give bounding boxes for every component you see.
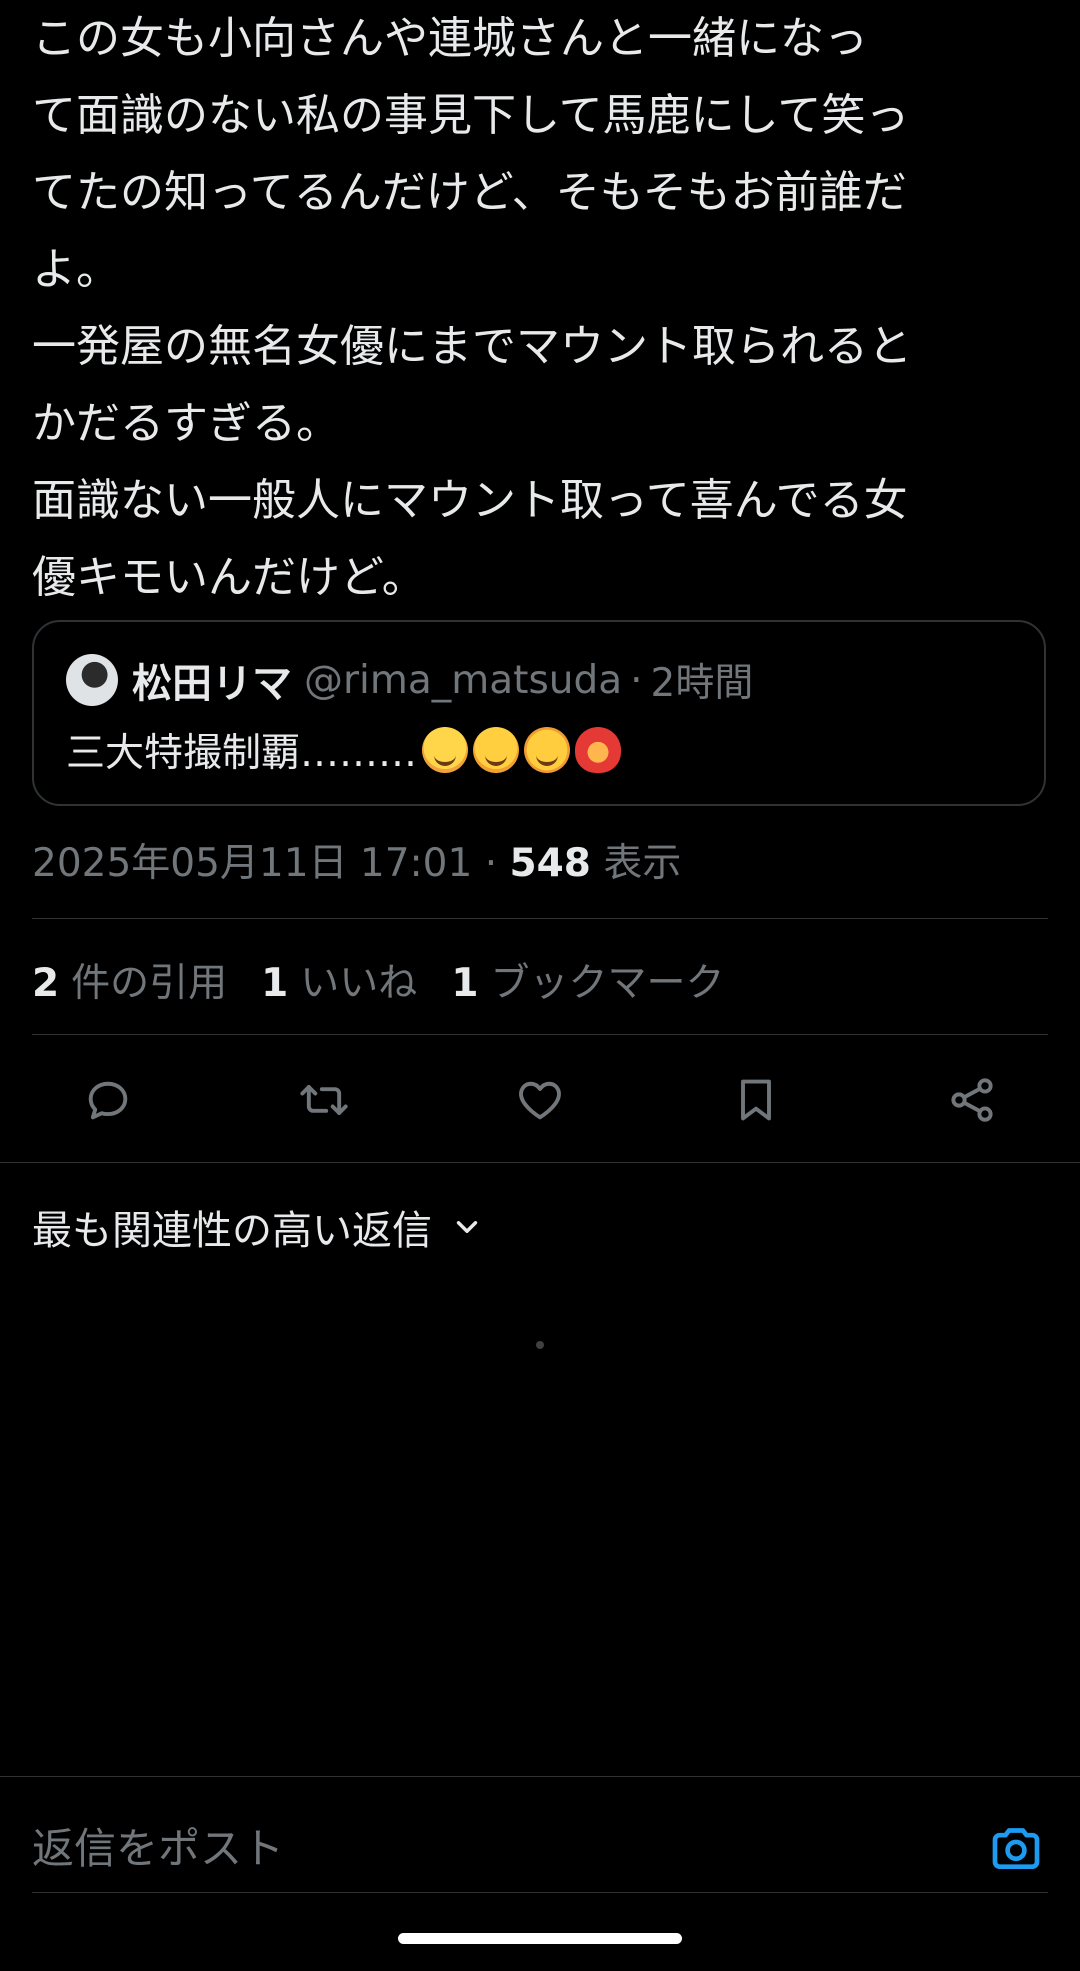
tweet-meta: 2025年05月11日 17:01 · 548 表示 xyxy=(32,832,681,888)
like-button[interactable] xyxy=(512,1072,568,1128)
likes-stat[interactable]: 1 いいね xyxy=(261,952,417,1008)
quoted-author-name[interactable]: 松田リマ xyxy=(132,651,292,709)
divider xyxy=(32,1892,1048,1893)
divider xyxy=(32,918,1048,919)
reply-compose-bar xyxy=(0,1776,1080,1896)
tweet-text-line: 一発屋の無名女優にまでマウント取られると xyxy=(32,321,912,372)
action-bar xyxy=(0,1062,1080,1138)
share-icon xyxy=(951,1078,993,1122)
views-count: 548 xyxy=(509,841,591,886)
bookmarks-label: ブックマーク xyxy=(490,961,725,1006)
quoted-text-body: 三大特撮制覇……… xyxy=(66,731,418,776)
bookmarks-count: 1 xyxy=(451,961,479,1006)
likes-label: いいね xyxy=(300,961,418,1006)
bookmarks-stat[interactable]: 1 ブックマーク xyxy=(451,952,724,1008)
tweet-text-line: かだるすぎる。 xyxy=(32,398,340,449)
tweet-text-line: て面識のない私の事見下して馬鹿にして笑っ xyxy=(32,90,910,141)
replies-sort-dropdown[interactable]: 最も関連性の高い返信 xyxy=(32,1198,484,1256)
avatar[interactable] xyxy=(66,654,118,706)
meta-separator: · xyxy=(484,841,498,886)
share-button[interactable] xyxy=(944,1072,1000,1128)
quoted-author-handle: @rima_matsuda xyxy=(304,657,623,703)
squinting-face-with-tongue-icon xyxy=(473,727,520,773)
reply-icon xyxy=(88,1081,128,1120)
quoted-tweet-card[interactable]: 松田リマ @rima_matsuda · 2時間 三大特撮制覇……… xyxy=(32,620,1046,806)
quoted-time: 2時間 xyxy=(650,661,754,706)
quotes-count: 2 xyxy=(32,961,60,1006)
smiling-face-with-hearts-icon xyxy=(422,727,469,773)
bookmark-button[interactable] xyxy=(728,1072,784,1128)
views-label: 表示 xyxy=(603,841,682,886)
retweet-button[interactable] xyxy=(296,1072,352,1128)
quoted-separator: · xyxy=(630,657,643,703)
likes-count: 1 xyxy=(261,961,289,1006)
reply-button[interactable] xyxy=(80,1072,136,1128)
quotes-stat[interactable]: 2 件の引用 xyxy=(32,952,227,1008)
home-indicator[interactable] xyxy=(398,1933,682,1944)
tweet-text-line: この女も小向さんや連城さんと一緒になっ xyxy=(32,13,868,64)
bookmark-icon xyxy=(741,1079,771,1121)
tweet-text-line: てたの知ってるんだけど、そもそもお前誰だ xyxy=(32,167,907,218)
tweet-text-line: よ。 xyxy=(32,244,120,295)
divider xyxy=(32,1034,1048,1035)
tweet-text-line: 優キモいんだけど。 xyxy=(32,552,426,603)
quoted-tweet-header: 松田リマ @rima_matsuda · 2時間 xyxy=(66,652,753,708)
engagement-stats: 2 件の引用 1 いいね 1 ブックマーク xyxy=(32,952,758,1008)
loading-indicator xyxy=(536,1341,544,1349)
tweet-timestamp[interactable]: 2025年05月11日 17:01 xyxy=(32,841,472,886)
heart-on-fire-icon xyxy=(575,727,622,773)
chevron-down-icon xyxy=(456,1221,478,1233)
partying-face-icon xyxy=(524,727,571,773)
quotes-label: 件の引用 xyxy=(71,961,228,1006)
quoted-tweet-text: 三大特撮制覇……… xyxy=(66,722,622,778)
camera-icon[interactable] xyxy=(988,1820,1044,1876)
like-icon xyxy=(519,1081,561,1120)
replies-sort-label: 最も関連性の高い返信 xyxy=(32,1208,432,1254)
tweet-text: この女も小向さんや連城さんと一緒になっ て面識のない私の事見下して馬鹿にして笑っ… xyxy=(32,0,1052,616)
retweet-icon xyxy=(300,1085,348,1115)
reply-input[interactable] xyxy=(32,1816,932,1880)
tweet-text-line: 面識ない一般人にマウント取って喜んでる女 xyxy=(32,475,908,526)
divider xyxy=(0,1162,1080,1163)
